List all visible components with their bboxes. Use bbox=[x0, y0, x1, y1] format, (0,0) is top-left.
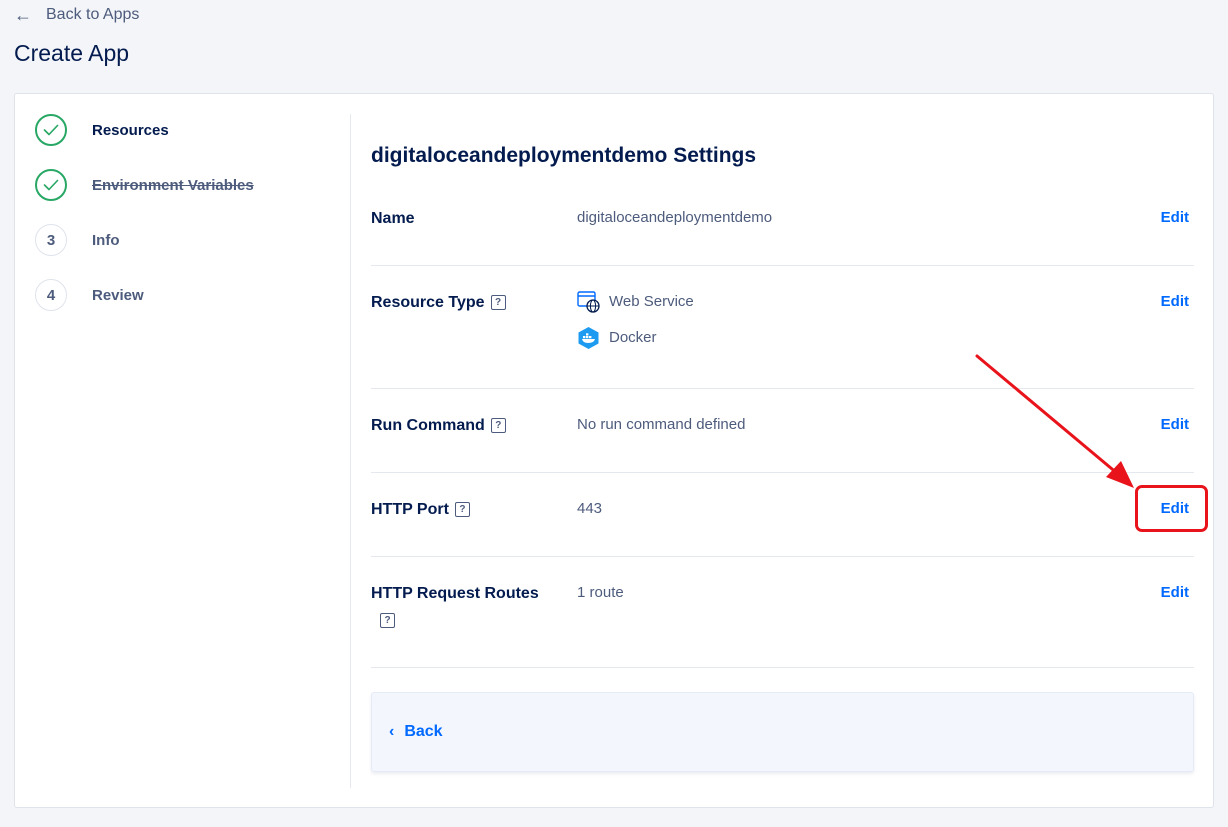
back-to-apps-label: Back to Apps bbox=[46, 6, 140, 23]
web-service-icon bbox=[577, 291, 600, 313]
help-icon[interactable]: ? bbox=[490, 295, 506, 311]
help-icon[interactable]: ? bbox=[380, 613, 395, 629]
resource-type-list: Web Service Docker bbox=[577, 291, 694, 363]
chevron-left-icon: ‹ bbox=[389, 723, 395, 740]
page-title: Create App bbox=[14, 40, 130, 66]
step-environment-variables[interactable]: Environment Variables bbox=[35, 169, 335, 201]
docker-label: Docker bbox=[609, 329, 657, 346]
name-label: Name bbox=[371, 210, 415, 227]
vertical-divider bbox=[350, 114, 351, 788]
back-button[interactable]: ‹ Back bbox=[389, 723, 443, 741]
help-icon[interactable]: ? bbox=[454, 502, 470, 518]
settings-row-run-command: Run Command? No run command defined Edit bbox=[371, 389, 1194, 473]
back-button-label: Back bbox=[404, 723, 443, 740]
resource-type-label: Resource Type? bbox=[371, 291, 561, 315]
check-icon bbox=[35, 114, 67, 146]
step-number: 3 bbox=[35, 224, 67, 256]
step-label: Environment Variables bbox=[92, 176, 254, 194]
step-review[interactable]: 4 Review bbox=[35, 279, 335, 311]
edit-http-routes-button[interactable]: Edit bbox=[1161, 583, 1189, 603]
step-info[interactable]: 3 Info bbox=[35, 224, 335, 256]
step-label: Resources bbox=[92, 121, 169, 139]
run-command-value: No run command defined bbox=[577, 416, 746, 433]
edit-http-port-button[interactable]: Edit bbox=[1161, 499, 1189, 519]
step-number: 4 bbox=[35, 279, 67, 311]
step-resources[interactable]: Resources bbox=[35, 114, 335, 146]
resource-type-docker: Docker bbox=[577, 326, 694, 350]
name-value: digitaloceandeploymentdemo bbox=[577, 209, 773, 226]
settings-title: digitaloceandeployment­demo Settings bbox=[371, 144, 757, 167]
steps-sidebar: Resources Environment Variables 3 Info 4… bbox=[35, 114, 335, 334]
settings-row-name: Name digitaloceandeploymentdemo Edit bbox=[371, 184, 1194, 266]
help-icon[interactable]: ? bbox=[490, 418, 506, 434]
step-label: Review bbox=[92, 286, 144, 304]
back-to-apps-link[interactable]: ← Back to Apps bbox=[14, 6, 139, 24]
http-routes-value: 1 route bbox=[577, 584, 624, 601]
edit-run-command-button[interactable]: Edit bbox=[1161, 415, 1189, 435]
settings-row-http-port: HTTP Port? 443 Edit bbox=[371, 473, 1194, 557]
edit-name-button[interactable]: Edit bbox=[1161, 208, 1189, 228]
check-icon bbox=[35, 169, 67, 201]
http-routes-label: HTTP Request Routes? bbox=[371, 582, 561, 630]
resource-type-web-service: Web Service bbox=[577, 291, 694, 313]
http-port-label: HTTP Port? bbox=[371, 498, 561, 522]
create-app-card: Resources Environment Variables 3 Info 4… bbox=[14, 93, 1214, 808]
web-service-label: Web Service bbox=[609, 293, 694, 310]
docker-icon bbox=[578, 327, 599, 349]
http-port-value: 443 bbox=[577, 500, 603, 517]
settings-row-http-routes: HTTP Request Routes? 1 route Edit bbox=[371, 557, 1194, 668]
edit-resource-type-button[interactable]: Edit bbox=[1161, 292, 1189, 312]
arrow-left-icon: ← bbox=[14, 5, 32, 25]
step-label: Info bbox=[92, 231, 120, 249]
run-command-label: Run Command? bbox=[371, 414, 561, 438]
settings-row-resource-type: Resource Type? Web Service Docker Edit bbox=[371, 266, 1194, 389]
footer-bar: ‹ Back bbox=[371, 692, 1194, 772]
